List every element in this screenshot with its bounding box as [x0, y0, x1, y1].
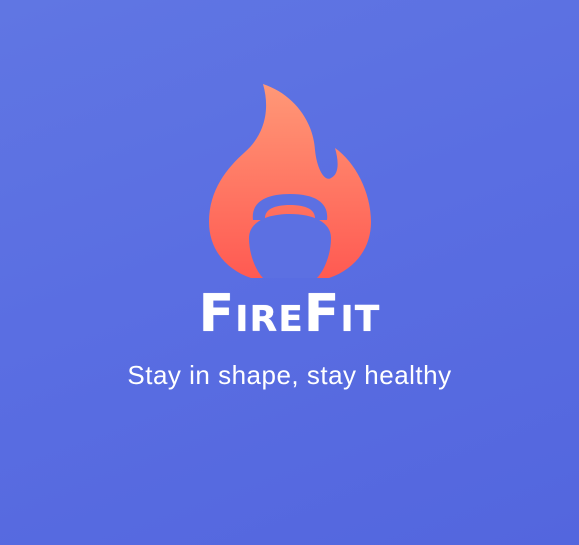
app-tagline: Stay in shape, stay healthy: [127, 360, 452, 390]
app-title: FireFit: [198, 284, 381, 344]
flame-kettlebell-icon: [209, 84, 371, 278]
app-logo: [205, 82, 375, 282]
splash-screen: FireFit Stay in shape, stay healthy: [0, 0, 579, 545]
